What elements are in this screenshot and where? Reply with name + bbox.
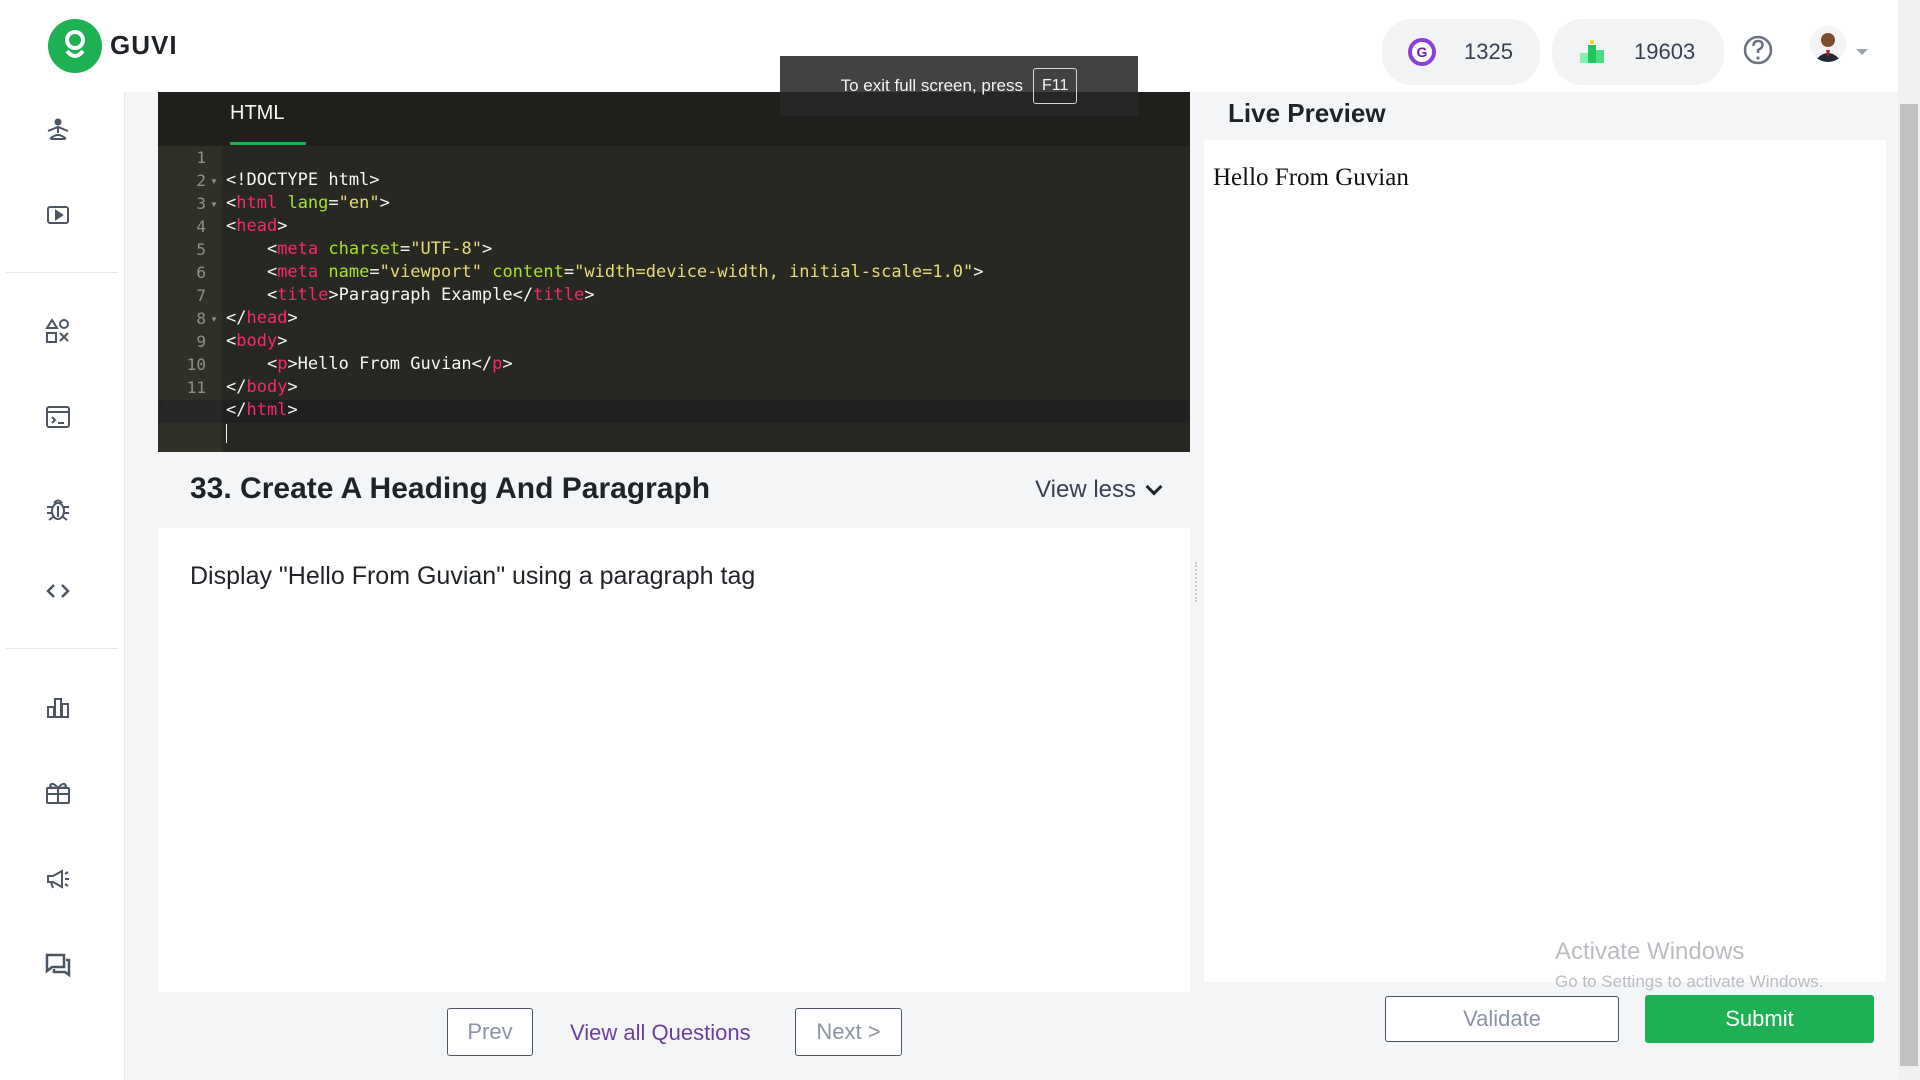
line-number: 12 — [158, 400, 176, 417]
megaphone-icon[interactable] — [43, 864, 73, 894]
line-number: 8 — [196, 309, 206, 328]
tab-html[interactable]: HTML — [230, 102, 284, 125]
line-number: 5 — [196, 240, 206, 259]
active-tab-indicator — [230, 142, 306, 145]
line-number: 6 — [196, 263, 206, 282]
question-body: Display "Hello From Guvian" using a para… — [158, 528, 1190, 992]
line-number: 2 — [196, 171, 206, 190]
sidebar-divider — [6, 648, 118, 649]
yoga-icon[interactable] — [43, 116, 73, 146]
question-description: Display "Hello From Guvian" using a para… — [190, 562, 756, 590]
code-content[interactable]: <!DOCTYPE html> <html lang="en"> <head> <m… — [226, 146, 984, 491]
avatar[interactable] — [1810, 26, 1846, 62]
rank-value: 19603 — [1634, 39, 1696, 64]
fold-arrow-icon[interactable]: ▼ — [210, 200, 218, 209]
panel-splitter[interactable] — [1190, 92, 1204, 1080]
sidebar — [0, 92, 125, 1080]
validate-button[interactable]: Validate — [1385, 996, 1619, 1042]
svg-text:G: G — [1417, 44, 1428, 60]
fullscreen-toast: To exit full screen, press F11 — [780, 56, 1138, 116]
fold-arrow-icon[interactable]: ▼ — [210, 315, 218, 324]
code-icon[interactable] — [43, 576, 73, 606]
guvi-logo-icon[interactable] — [48, 19, 102, 73]
podium-icon — [1576, 36, 1608, 68]
line-number: 11 — [186, 378, 206, 397]
view-less-label: View less — [1035, 476, 1136, 503]
windows-watermark-subtitle: Go to Settings to activate Windows. — [1555, 972, 1824, 991]
bar-chart-icon[interactable] — [43, 692, 73, 722]
live-preview-panel: Live Preview Hello From Guvian — [1204, 92, 1886, 1080]
windows-watermark-title: Activate Windows — [1555, 938, 1745, 965]
help-icon[interactable] — [1741, 33, 1775, 67]
gem-coin-icon: G — [1406, 36, 1438, 68]
terminal-icon[interactable] — [43, 402, 73, 432]
page-scrollbar[interactable] — [1898, 0, 1920, 1080]
scrollbar-thumb[interactable] — [1900, 104, 1918, 1066]
submit-button[interactable]: Submit — [1645, 995, 1874, 1043]
code-editor[interactable]: HTML 1 2 3 4 5 6 7 8 9 10 11 ▼ ▼ ▼ 12 <!… — [158, 92, 1190, 452]
view-all-questions-link[interactable]: View all Questions — [570, 1020, 751, 1046]
preview-title: Live Preview — [1228, 98, 1386, 128]
chevron-down-icon[interactable] — [1856, 49, 1868, 55]
chat-icon[interactable] — [43, 950, 73, 980]
line-number: 10 — [186, 355, 206, 374]
toast-text: To exit full screen, press — [840, 76, 1023, 95]
line-number: 3 — [196, 194, 206, 213]
preview-output-text: Hello From Guvian — [1213, 164, 1409, 191]
sidebar-divider — [6, 272, 118, 273]
prev-button[interactable]: Prev — [447, 1008, 533, 1056]
gift-icon[interactable] — [43, 778, 73, 808]
line-number: 1 — [196, 148, 206, 167]
line-number: 9 — [196, 332, 206, 351]
chevron-down-icon — [1145, 478, 1163, 496]
coins-badge[interactable]: G 1325 — [1382, 19, 1540, 85]
question-header: 33. Create A Heading And Paragraph View … — [158, 452, 1190, 528]
coins-value: 1325 — [1464, 39, 1513, 64]
preview-output-frame: Hello From Guvian — [1204, 140, 1886, 982]
drag-handle-icon[interactable] — [1195, 562, 1199, 602]
bug-icon[interactable] — [43, 494, 73, 524]
line-number: 7 — [196, 286, 206, 305]
active-line-gutter: 12 — [158, 400, 222, 423]
line-number: 4 — [196, 217, 206, 236]
view-less-toggle[interactable]: View less — [1035, 476, 1163, 504]
shapes-icon[interactable] — [43, 316, 73, 346]
question-title: 33. Create A Heading And Paragraph — [190, 472, 711, 505]
play-icon[interactable] — [43, 200, 73, 230]
toast-key: F11 — [1032, 68, 1078, 104]
rank-badge[interactable]: 19603 — [1552, 19, 1724, 85]
logo-text[interactable]: GUVI — [110, 30, 178, 61]
next-button[interactable]: Next > — [795, 1008, 902, 1056]
fold-arrow-icon[interactable]: ▼ — [210, 177, 218, 186]
